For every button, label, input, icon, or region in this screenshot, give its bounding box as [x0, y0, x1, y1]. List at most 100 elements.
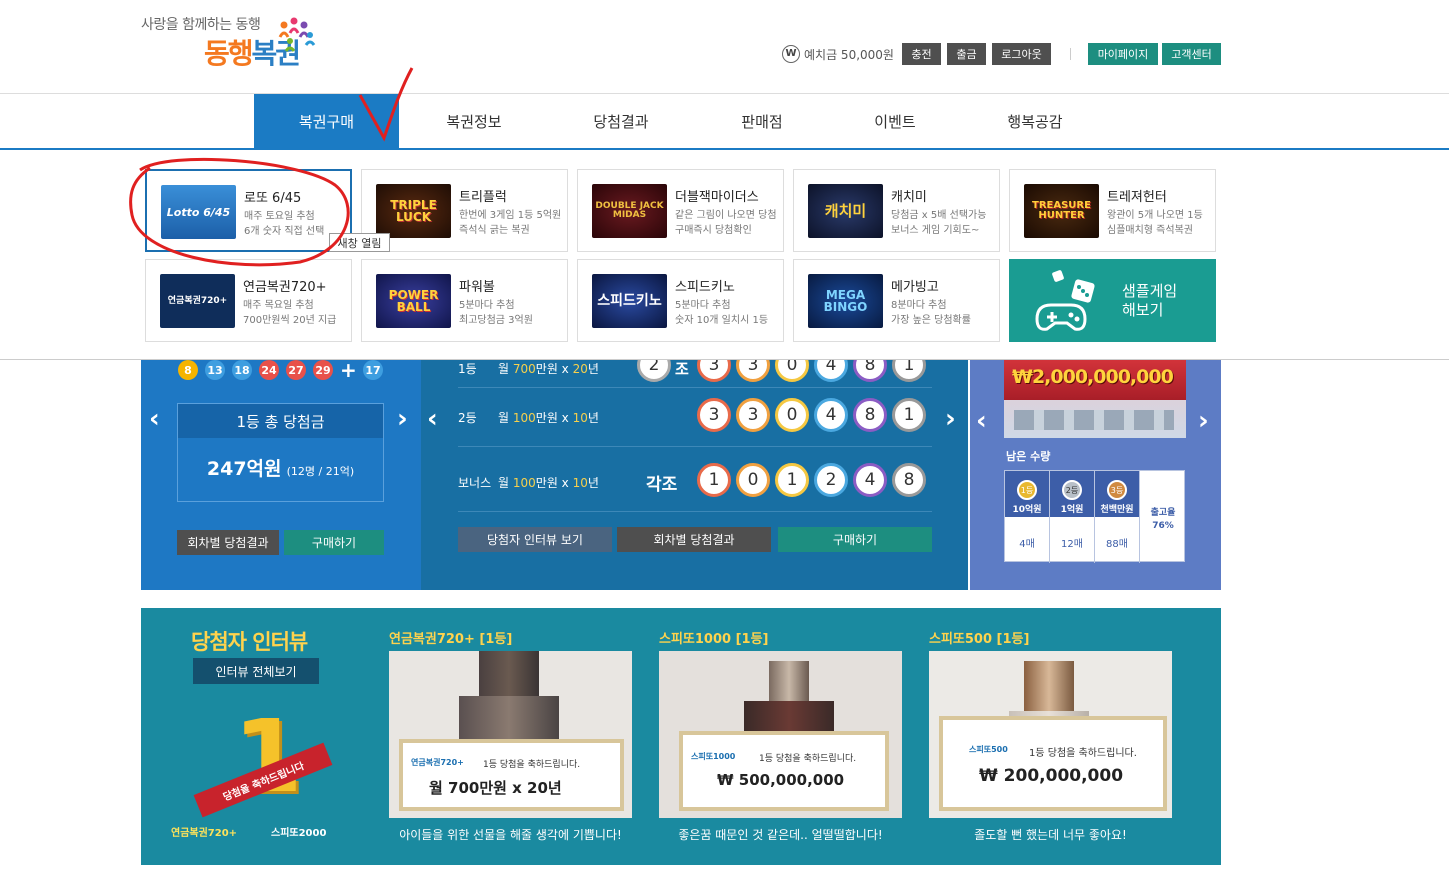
digit-ball: 1: [892, 360, 926, 382]
round-results-button[interactable]: 회차별 당첨결과: [617, 527, 771, 552]
interview-card-title: 연금복권720+ [1등]: [389, 632, 513, 647]
pension-result-panel: ‹ › 1등 월 700만원 x 20년 2 조 3 3 0 4 8 1 2등 …: [421, 360, 968, 590]
nav-lottery-info[interactable]: 복권정보: [414, 94, 534, 149]
interview-card-title: 스피또500 [1등]: [929, 632, 1030, 647]
board-logo: 스피또1000: [691, 752, 736, 761]
digit-ball: 3: [736, 360, 770, 382]
nav-buy-lottery[interactable]: 복권구매: [254, 94, 399, 149]
remaining-count: 4매: [1019, 539, 1035, 550]
winning-ball: 29: [313, 360, 333, 380]
rank-label: 1등: [458, 362, 477, 376]
nav-events[interactable]: 이벤트: [835, 94, 955, 149]
game-card-title: 트레져헌터: [1107, 190, 1167, 205]
digit-ball: 8: [892, 463, 926, 497]
powerball-thumbnail: POWER BALL: [376, 274, 451, 328]
prize-detail: (12명 / 21억): [286, 465, 355, 478]
logo-figures-icon: [278, 17, 316, 52]
game-card-double-jack-midas[interactable]: DOUBLE JACK MIDAS 더블잭마이더스 같은 그림이 나오면 당첨 구…: [577, 169, 784, 252]
row-divider: [458, 446, 932, 447]
next-arrow-icon[interactable]: ›: [1198, 406, 1209, 436]
deposit-label: 예치금 50,000원: [804, 47, 894, 62]
board-amount: 월 700만원 x 20년: [429, 779, 562, 797]
remaining-count: 88매: [1106, 539, 1128, 550]
sample-game-label: 샘플게임 해보기: [1122, 282, 1178, 319]
mypage-button[interactable]: 마이페이지: [1088, 43, 1158, 65]
digit-ball: 3: [697, 360, 731, 382]
board-message: 1등 당첨을 축하드립니다.: [1029, 748, 1137, 759]
game-card-powerball[interactable]: POWER BALL 파워볼 5분마다 추첨 최고당첨금 3억원: [361, 259, 568, 342]
logout-button[interactable]: 로그아웃: [992, 43, 1051, 65]
prize-desc: 월 700만원 x 20년: [498, 362, 599, 376]
promo-logo-pension: 연금복권720+: [171, 828, 238, 839]
bonus-ball: 17: [363, 360, 383, 380]
digit-ball: 1: [697, 463, 731, 497]
board-message: 1등 당첨을 축하드립니다.: [483, 760, 581, 770]
won-icon: W: [782, 45, 800, 63]
prize-title: 1등 총 당첨금: [178, 404, 383, 438]
interview-photo[interactable]: 스피또500 1등 당첨을 축하드립니다. ₩ 200,000,000: [929, 651, 1172, 818]
digit-ball: 0: [736, 463, 770, 497]
digit-ball: 2: [814, 463, 848, 497]
game-card-lotto645[interactable]: Lotto 6/45 로또 6/45 매주 토요일 추첨 6개 숫자 직접 선택: [145, 169, 352, 252]
view-all-interviews-button[interactable]: 인터뷰 전체보기: [193, 658, 319, 684]
digit-ball: 4: [853, 463, 887, 497]
game-card-mega-bingo[interactable]: MEGA BINGO 메가빙고 8분마다 추첨 가장 높은 당첨확률: [793, 259, 1000, 342]
game-card-title: 메가빙고: [891, 280, 939, 295]
board-amount: ₩ 200,000,000: [979, 766, 1124, 786]
triple-luck-thumbnail: TRIPLE LUCK: [376, 184, 451, 238]
prev-arrow-icon[interactable]: ‹: [976, 406, 987, 436]
digit-ball: 3: [736, 398, 770, 432]
remaining-label: 남은 수량: [1006, 450, 1051, 463]
lotto-buy-button[interactable]: 구매하기: [284, 530, 384, 555]
prev-arrow-icon[interactable]: ‹: [427, 404, 438, 434]
game-card-title: 캐치미: [891, 190, 927, 205]
prize-desc: 월 100만원 x 10년: [498, 476, 599, 490]
prize-desc: 월 100만원 x 10년: [498, 411, 599, 425]
support-button[interactable]: 고객센터: [1162, 43, 1221, 65]
catch-me-thumbnail: 캐치미: [808, 184, 883, 238]
next-arrow-icon[interactable]: ›: [397, 404, 408, 434]
winning-ball: 18: [232, 360, 252, 380]
board-message: 1등 당첨을 축하드립니다.: [759, 754, 857, 764]
winning-ball: 27: [286, 360, 306, 380]
row-divider: [458, 387, 932, 388]
nav-stores[interactable]: 판매점: [702, 94, 822, 149]
plus-sign: +: [340, 360, 357, 382]
game-card-title: 파워볼: [459, 280, 495, 295]
page: { "header": { "tagline": "사랑을 함께하는 동행", …: [0, 0, 1449, 871]
interview-photo[interactable]: 연금복권720+ 1등 당첨을 축하드립니다. 월 700만원 x 20년: [389, 651, 632, 818]
logo-text-part1: 동행: [204, 37, 254, 70]
sample-game-button[interactable]: 샘플게임 해보기: [1009, 259, 1216, 342]
charge-button[interactable]: 충전: [902, 43, 941, 65]
prev-arrow-icon[interactable]: ‹: [149, 404, 160, 434]
winner-interview-button[interactable]: 당첨자 인터뷰 보기: [458, 527, 612, 552]
game-card-treasure-hunter[interactable]: TREASURE HUNTER 트레져헌터 왕관이 5개 나오면 1등 심플매치형…: [1009, 169, 1216, 252]
row-divider: [458, 511, 932, 512]
rank-label: 2등: [458, 411, 477, 425]
prize-col: 천백만원: [1100, 505, 1134, 515]
game-card-catch-me[interactable]: 캐치미 캐치미 당첨금 x 5배 선택가능 보너스 게임 기회도~: [793, 169, 1000, 252]
interview-photo[interactable]: 스피또1000 1등 당첨을 축하드립니다. ₩ 500,000,000: [659, 651, 902, 818]
pension-buy-button[interactable]: 구매하기: [778, 527, 932, 552]
medal-icon: 3등: [1107, 480, 1127, 500]
game-card-desc: 같은 그림이 나오면 당첨 구매즉시 당첨확인: [675, 210, 777, 236]
header-divider: [1070, 48, 1071, 60]
interview-card-title: 스피또1000 [1등]: [659, 632, 769, 647]
game-card-desc: 한번에 3게임 1등 5억원 즉석식 긁는 복권: [459, 210, 562, 236]
deposit-display: W 예치금 50,000원: [782, 44, 894, 64]
prize-amount: 247억원: [206, 458, 282, 480]
remaining-count: 12매: [1061, 539, 1083, 550]
next-arrow-icon[interactable]: ›: [945, 404, 956, 434]
game-card-pension720[interactable]: 연금복권720+ 연금복권720+ 매주 목요일 추첨 700만원씩 20년 지급: [145, 259, 352, 342]
nav-happiness[interactable]: 행복공감: [975, 94, 1095, 149]
game-card-desc: 매주 목요일 추첨 700만원씩 20년 지급: [243, 300, 337, 326]
withdraw-button[interactable]: 출금: [947, 43, 986, 65]
game-card-desc: 5분마다 추첨 숫자 10개 일치시 1등: [675, 300, 769, 326]
nav-winning-results[interactable]: 당첨결과: [561, 94, 681, 149]
round-results-button[interactable]: 회차별 당첨결과: [177, 530, 279, 555]
digit-ball: 4: [814, 398, 848, 432]
group-ball: 2: [637, 360, 671, 382]
speed-keno-thumbnail: 스피드키노: [592, 274, 667, 328]
game-card-speed-keno[interactable]: 스피드키노 스피드키노 5분마다 추첨 숫자 10개 일치시 1등: [577, 259, 784, 342]
game-card-triple-luck[interactable]: TRIPLE LUCK 트리플럭 한번에 3게임 1등 5억원 즉석식 긁는 복권: [361, 169, 568, 252]
